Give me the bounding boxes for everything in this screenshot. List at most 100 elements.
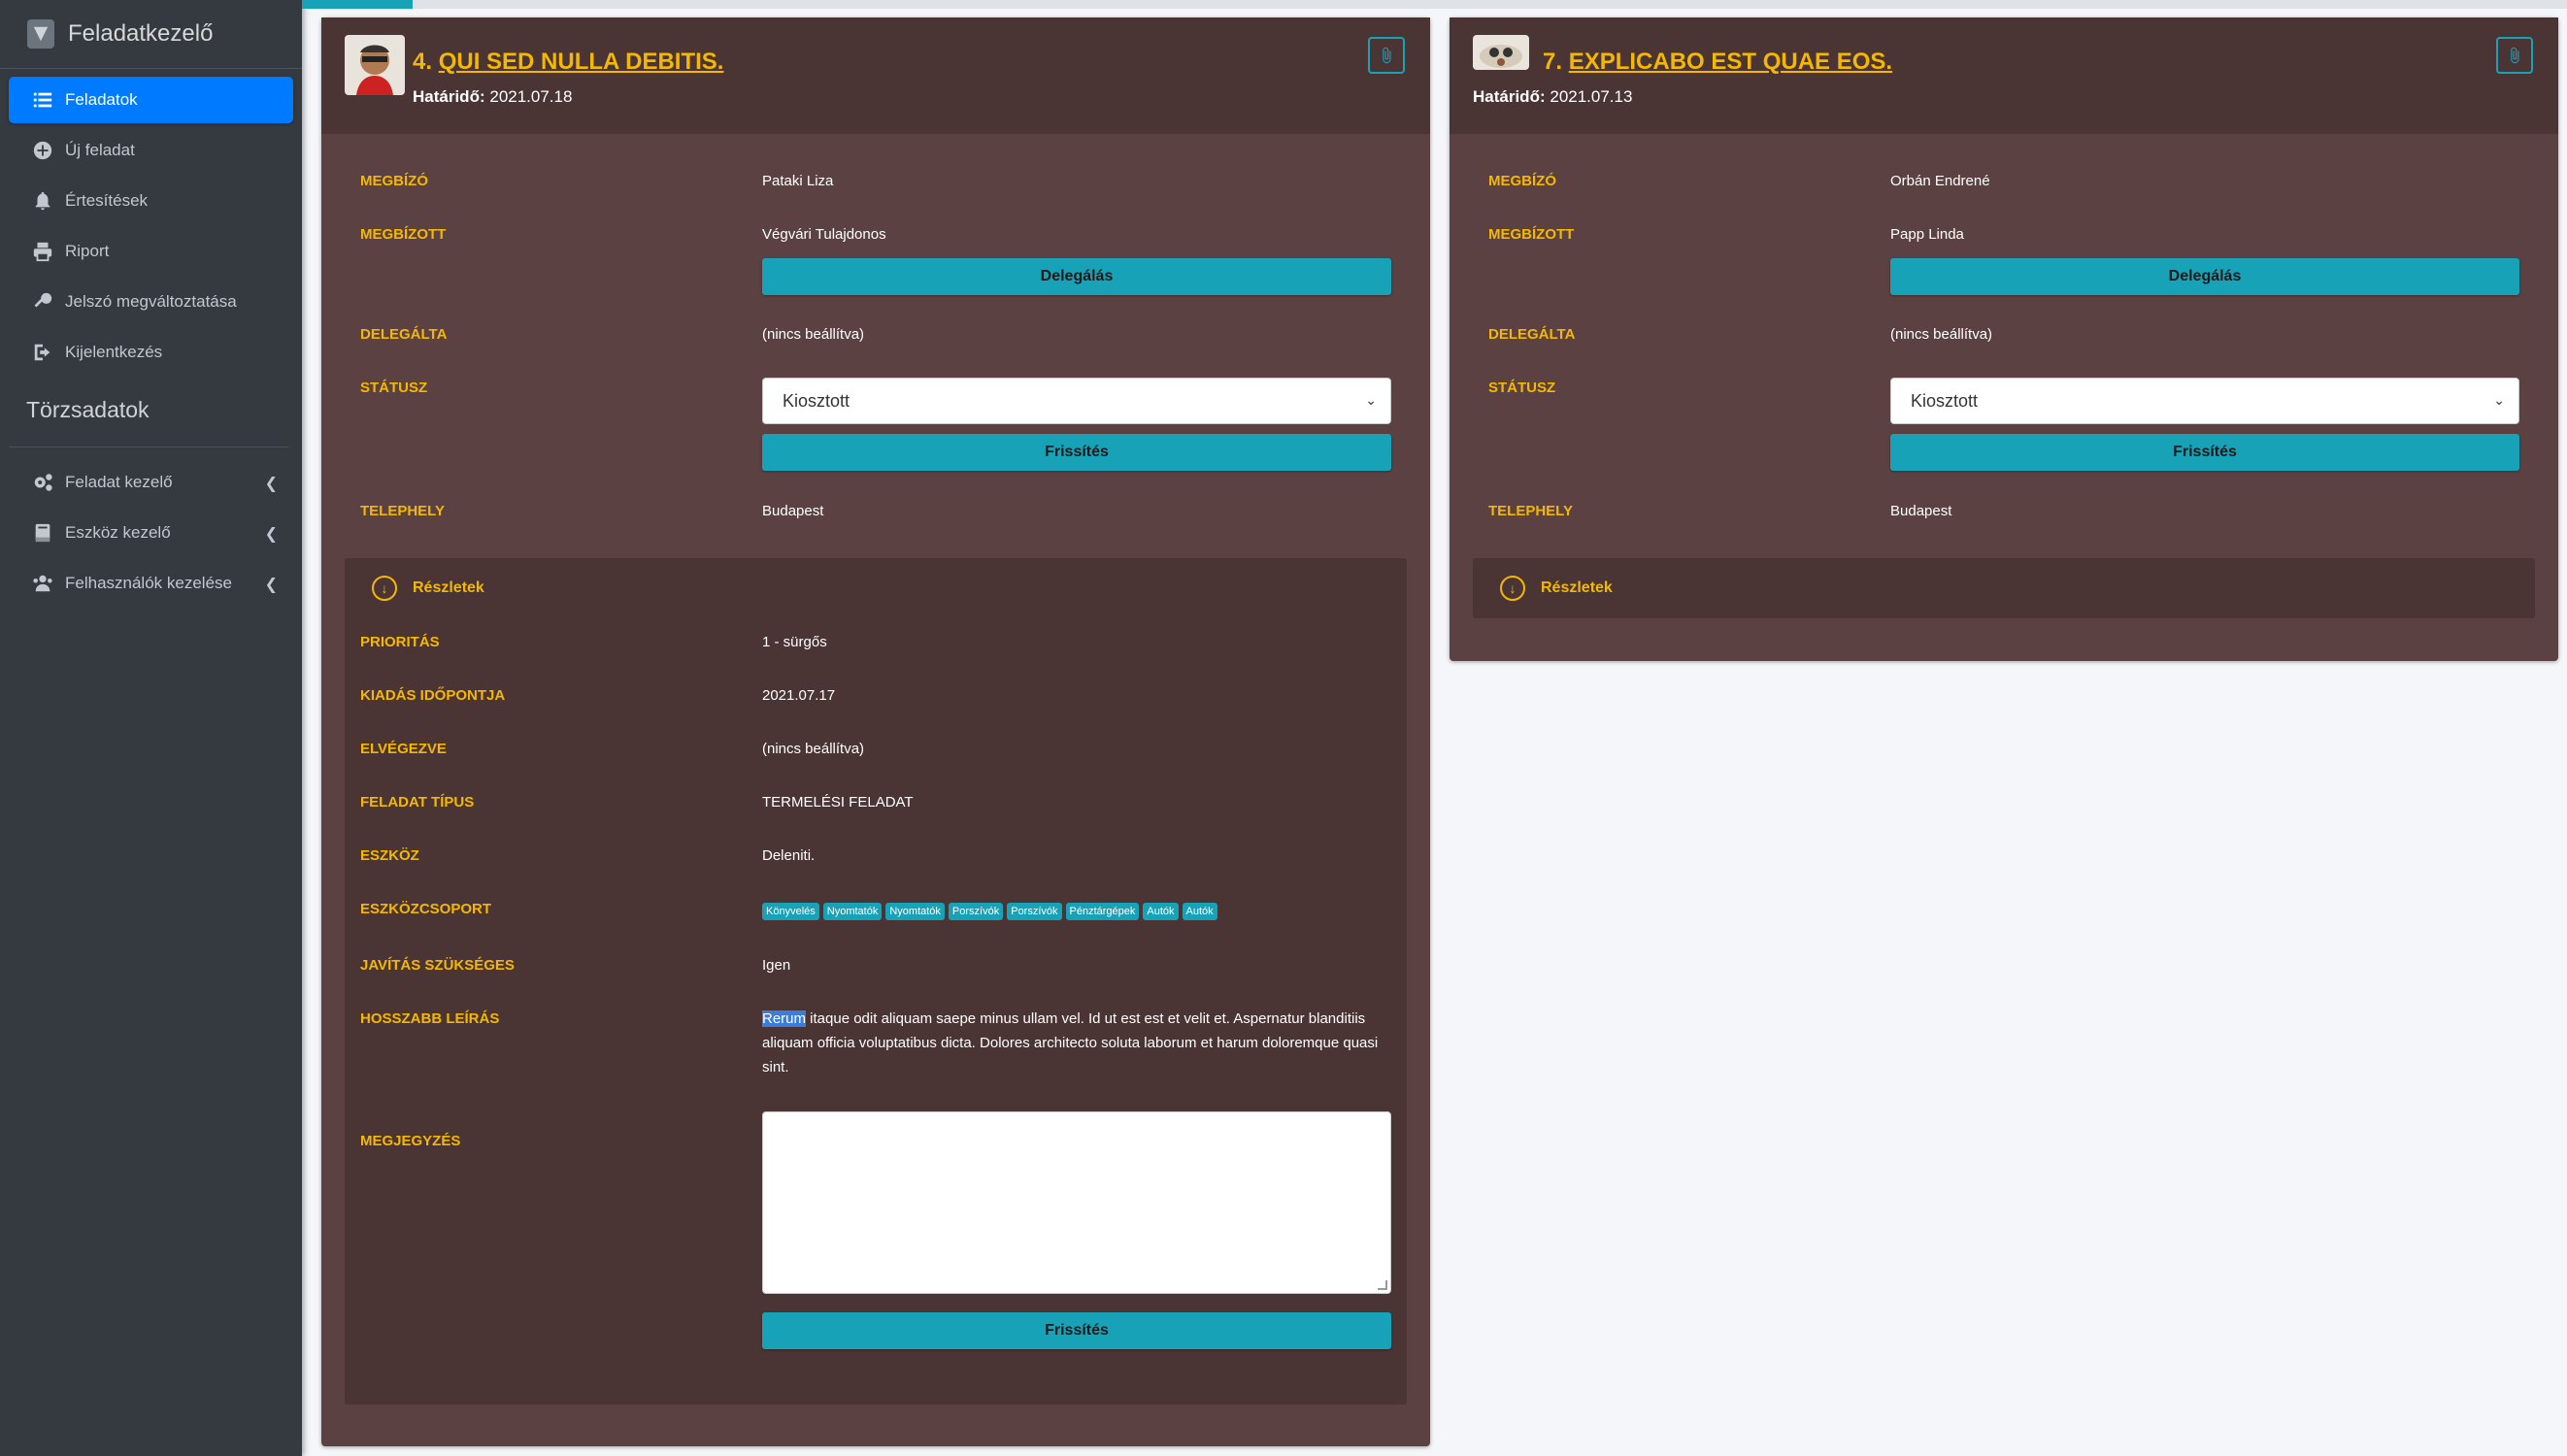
sidebar-item-jelszo[interactable]: Jelszó megváltoztatása	[9, 279, 293, 325]
field-value: Deleniti.	[762, 847, 816, 864]
book-icon	[30, 520, 55, 546]
print-icon	[30, 239, 55, 264]
task-title: 4. QUI SED NULLA DEBITIS.	[413, 49, 723, 76]
paperclip-icon	[2511, 47, 2519, 64]
field-value: Orbán Endrené	[1890, 173, 1990, 189]
sidebar-item-feladatok[interactable]: Feladatok	[9, 77, 293, 123]
paperclip-icon	[1383, 47, 1391, 64]
field-label: MEGBÍZÓ	[360, 173, 428, 189]
field-label: STÁTUSZ	[1488, 380, 1556, 396]
details-toggle[interactable]: ↓ Részletek	[1473, 558, 2535, 618]
sidebar-item-ertesitesek[interactable]: Értesítések	[9, 178, 293, 224]
deadline-label: Határidő:	[1473, 87, 1546, 106]
sidebar-item-riport[interactable]: Riport	[9, 228, 293, 275]
logout-icon	[30, 340, 55, 365]
sidebar-item-label: Eszköz kezelő	[65, 523, 171, 542]
field-value: Budapest	[1890, 503, 1952, 519]
status-badge: Nyomtatók	[822, 903, 883, 920]
attach-button[interactable]	[2496, 37, 2533, 74]
resize-handle-icon[interactable]	[1378, 1280, 1387, 1290]
field-value: Igen	[762, 957, 791, 974]
task-card: 4. QUI SED NULLA DEBITIS. Határidő: 2021…	[321, 17, 1430, 1446]
details-label: Részletek	[1541, 579, 1613, 596]
description-text: Rerum itaque odit aliquam saepe minus ul…	[762, 1007, 1384, 1079]
field-label: HOSSZABB LEÍRÁS	[360, 1010, 500, 1027]
delegate-button[interactable]: Delegálás	[762, 258, 1391, 295]
field-label: JAVÍTÁS SZÜKSÉGES	[360, 957, 515, 974]
field-value: (nincs beállítva)	[762, 326, 865, 343]
field-value: Végvári Tulajdonos	[762, 226, 886, 243]
sidebar-section-header: Törzsadatok	[9, 380, 288, 447]
field-label: ESZKÖZ	[360, 847, 419, 864]
task-number: 4.	[413, 49, 433, 75]
field-label: MEGBÍZOTT	[360, 226, 447, 243]
list-icon	[30, 87, 55, 113]
field-label: ESZKÖZCSOPORT	[360, 901, 492, 917]
brand-logo-icon	[27, 19, 54, 49]
status-refresh-button[interactable]: Frissítés	[1890, 434, 2519, 471]
field-label: MEGBÍZOTT	[1488, 226, 1575, 243]
task-card-header: 4. QUI SED NULLA DEBITIS. Határidő: 2021…	[321, 17, 1430, 134]
field-label: PRIORITÁS	[360, 634, 440, 650]
details-panel: ↓ Részletek	[1473, 558, 2535, 618]
field-label: TELEPHELY	[1488, 503, 1573, 519]
plus-circle-icon	[30, 138, 55, 163]
sidebar-item-eszkoz-kezelo[interactable]: Eszköz kezelő ❮	[9, 510, 293, 556]
brand[interactable]: Feladatkezelő	[0, 0, 302, 69]
delegate-button[interactable]: Delegálás	[1890, 258, 2519, 295]
details-toggle[interactable]: ↓ Részletek	[345, 558, 1407, 618]
field-label: DELEGÁLTA	[1488, 326, 1576, 343]
chevron-down-icon: ⌄	[2493, 392, 2505, 408]
status-select[interactable]: Kiosztott ⌄	[1890, 378, 2519, 424]
field-label: FELADAT TÍPUS	[360, 794, 475, 811]
field-value: Budapest	[762, 503, 824, 519]
field-label: ELVÉGEZVE	[360, 741, 447, 757]
field-value: Pataki Liza	[762, 173, 834, 189]
status-badge: Porszívók	[948, 903, 1004, 920]
task-title: 7. EXPLICABO EST QUAE EOS.	[1543, 49, 1892, 76]
note-refresh-button[interactable]: Frissítés	[762, 1312, 1391, 1349]
task-title-link[interactable]: EXPLICABO EST QUAE EOS.	[1569, 49, 1892, 75]
deadline-value: 2021.07.13	[1550, 87, 1633, 106]
arrow-circle-down-icon: ↓	[372, 576, 397, 601]
chevron-down-icon: ⌄	[1365, 392, 1377, 408]
status-badge: Autók	[1182, 903, 1217, 920]
sidebar-item-label: Feladat kezelő	[65, 473, 173, 491]
note-textarea[interactable]	[762, 1111, 1391, 1294]
sidebar-item-label: Felhasználók kezelése	[65, 574, 232, 592]
avatar	[1473, 35, 1529, 70]
cogs-icon	[30, 470, 55, 495]
deadline-label: Határidő:	[413, 87, 485, 106]
status-refresh-button[interactable]: Frissítés	[762, 434, 1391, 471]
task-card: 7. EXPLICABO EST QUAE EOS. Határidő: 202…	[1450, 17, 2558, 661]
sidebar-item-felhasznalok[interactable]: Felhasználók kezelése ❮	[9, 560, 293, 607]
status-badge: Porszívók	[1007, 903, 1062, 920]
chevron-left-icon: ❮	[264, 476, 278, 492]
sidebar-nav: Feladatok Új feladat Értesítések Riport …	[0, 69, 302, 607]
field-label: MEGBÍZÓ	[1488, 173, 1556, 189]
deadline-value: 2021.07.18	[489, 87, 573, 106]
status-select-value: Kiosztott	[783, 390, 850, 411]
chevron-left-icon: ❮	[264, 577, 278, 593]
task-title-link[interactable]: QUI SED NULLA DEBITIS.	[439, 49, 724, 75]
details-label: Részletek	[413, 579, 484, 596]
field-value: Papp Linda	[1890, 226, 1964, 243]
sidebar-item-uj-feladat[interactable]: Új feladat	[9, 127, 293, 174]
description-rest: itaque odit aliquam saepe minus ullam ve…	[762, 1010, 1379, 1075]
badge-list: Könyvelés Nyomtatók Nyomtatók Porszívók …	[762, 903, 1217, 920]
users-icon	[30, 571, 55, 596]
status-badge: Nyomtatók	[885, 903, 945, 920]
arrow-circle-down-icon: ↓	[1500, 576, 1525, 601]
sidebar-item-kijelentkezes[interactable]: Kijelentkezés	[9, 329, 293, 376]
field-value: (nincs beállítva)	[1890, 326, 1993, 343]
top-scroll-strip	[302, 0, 2567, 9]
status-badge: Könyvelés	[762, 903, 819, 920]
attach-button[interactable]	[1368, 37, 1405, 74]
field-value: (nincs beállítva)	[762, 741, 865, 757]
task-deadline: Határidő: 2021.07.18	[413, 87, 572, 107]
sidebar-item-feladat-kezelo[interactable]: Feladat kezelő ❮	[9, 459, 293, 506]
avatar	[345, 35, 405, 95]
status-badge: Pénztárgépek	[1065, 903, 1140, 920]
status-select[interactable]: Kiosztott ⌄	[762, 378, 1391, 424]
field-label: STÁTUSZ	[360, 380, 428, 396]
